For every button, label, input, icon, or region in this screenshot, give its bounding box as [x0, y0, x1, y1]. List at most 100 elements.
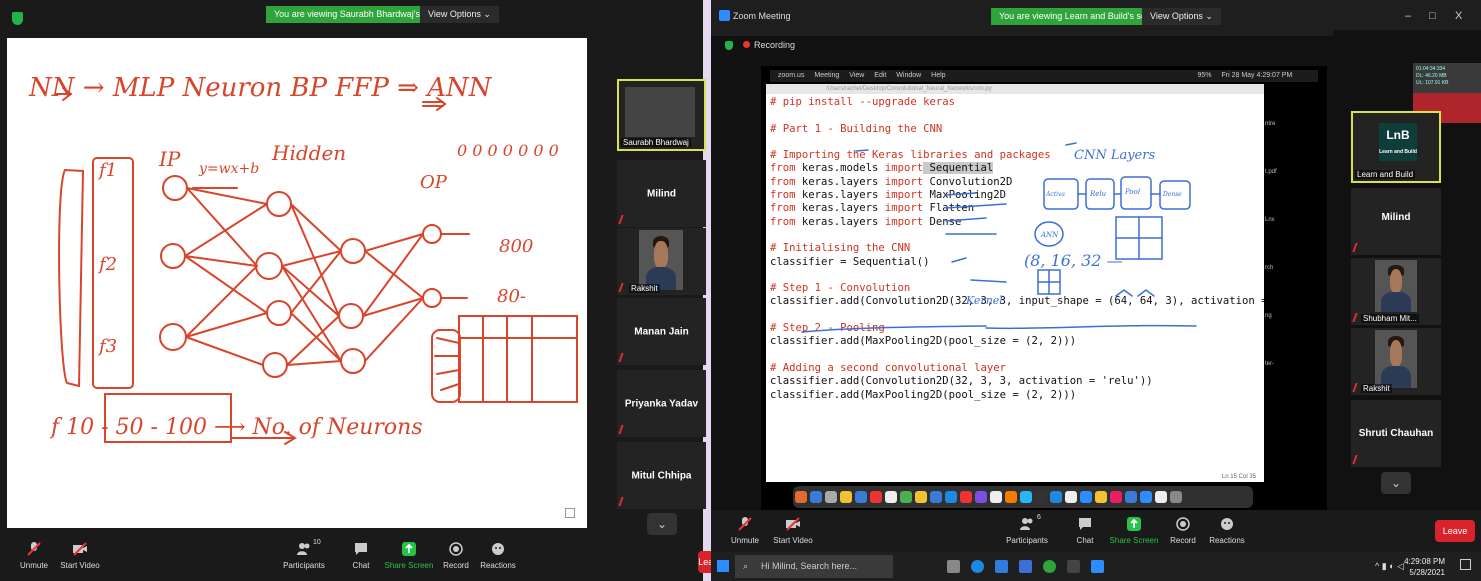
participant-name: Shruti Chauhan — [1358, 428, 1434, 439]
annotation-pool: Pool — [1124, 188, 1140, 196]
whiteboard-drawing: NN → MLP Neuron BP FFP ⇒ ANN IP Hidden O… — [28, 73, 578, 445]
participants-button[interactable]: Participants — [997, 516, 1057, 545]
participant-tile-rakshit[interactable]: Rakshit — [617, 228, 706, 295]
participant-tile-mitul[interactable]: Mitul Chhipa — [617, 442, 706, 509]
participant-tile-manan[interactable]: Manan Jain — [617, 298, 706, 365]
participant-tile-shruti[interactable]: Shruti Chauhan — [1351, 400, 1441, 467]
app-icon[interactable] — [795, 491, 807, 503]
participant-tile-shubham[interactable]: Shubham Mit... — [1351, 258, 1441, 325]
app-icon[interactable] — [975, 491, 987, 503]
participant-tile-learn-and-build[interactable]: LnB Learn and Build Learn and Build — [1351, 111, 1441, 183]
windows-start-icon[interactable] — [717, 560, 729, 572]
app-icon[interactable] — [1065, 491, 1077, 503]
edge-text: ntre — [1265, 121, 1276, 127]
app-icon[interactable] — [1095, 491, 1107, 503]
participant-tile-milind[interactable]: Milind — [617, 160, 706, 227]
screen: You are viewing Saurabh Bhardwaj's scree… — [0, 0, 1481, 581]
left-meeting-toolbar: Unmute Start Video Participants 10 Chat … — [0, 535, 718, 581]
notification-icon[interactable] — [1460, 559, 1471, 570]
edge-text: ng — [1265, 313, 1272, 319]
participant-name: Learn and Build — [1355, 170, 1416, 179]
annotation-kernel: Kernel — [965, 294, 1003, 307]
app-icon[interactable] — [810, 491, 822, 503]
app-icon[interactable] — [1110, 491, 1122, 503]
app-icon[interactable] — [825, 491, 837, 503]
minimize-button[interactable]: – — [1405, 10, 1411, 22]
view-options-button[interactable]: View Options ⌄ — [1142, 8, 1221, 25]
app-icon[interactable] — [900, 491, 912, 503]
participant-name: Priyanka Yadav — [624, 398, 699, 409]
participant-tile-milind[interactable]: Milind — [1351, 188, 1441, 255]
system-tray-icons[interactable]: ^ ▮ ◐ ◁ — [1375, 561, 1404, 572]
video-off-icon — [786, 517, 800, 531]
app-icon[interactable] — [930, 491, 942, 503]
annotation-dense: Dense — [1162, 191, 1182, 198]
svg-text:f3: f3 — [97, 336, 117, 357]
participants-label: Participants — [1006, 536, 1048, 545]
view-options-button[interactable]: View Options ⌄ — [420, 6, 499, 23]
mic-muted-icon — [738, 517, 752, 531]
app-icon[interactable] — [960, 491, 972, 503]
app-icon[interactable] — [840, 491, 852, 503]
record-icon — [449, 542, 463, 556]
terminal-icon[interactable] — [1067, 560, 1080, 573]
record-label: Record — [1170, 536, 1196, 545]
reactions-button[interactable]: Reactions — [468, 541, 528, 570]
store-icon[interactable] — [995, 560, 1008, 573]
app-icon[interactable] — [1170, 491, 1182, 503]
app-icon[interactable] — [1035, 491, 1047, 503]
app-icon[interactable] — [945, 491, 957, 503]
scroll-down-button[interactable]: ⌄ — [647, 513, 677, 535]
app-icon[interactable] — [870, 491, 882, 503]
start-video-button[interactable]: Start Video — [763, 516, 823, 545]
participant-tile-saurabh[interactable]: Saurabh Bhardwaj — [617, 79, 706, 151]
logo-subtext: Learn and Build — [1379, 149, 1417, 155]
close-button[interactable]: X — [1455, 10, 1462, 22]
task-view-icon[interactable] — [947, 560, 960, 573]
menu-window: Window — [896, 72, 922, 79]
app-icon[interactable] — [1080, 491, 1092, 503]
app-icon[interactable] — [1020, 491, 1032, 503]
leave-button[interactable]: Leave — [1435, 520, 1475, 542]
participant-tile-rakshit[interactable]: Rakshit — [1351, 328, 1441, 395]
scroll-down-button[interactable]: ⌄ — [1381, 472, 1411, 494]
muted-icon — [1352, 455, 1362, 464]
menu-zoom: zoom.us — [778, 72, 805, 79]
resize-icon[interactable] — [565, 508, 575, 518]
participant-tile-priyanka[interactable]: Priyanka Yadav — [617, 370, 706, 437]
start-video-button[interactable]: Start Video — [50, 541, 110, 570]
annotation-activa: Activa — [1045, 191, 1065, 198]
right-meeting-toolbar: Unmute Start Video Participants 6 Chat S… — [711, 510, 1481, 552]
whatsapp-icon[interactable] — [1043, 560, 1056, 573]
edge-text: ter- — [1265, 361, 1274, 367]
mail-icon[interactable] — [1019, 560, 1032, 573]
app-icon[interactable] — [1155, 491, 1167, 503]
edge-browser-icon[interactable] — [971, 560, 984, 573]
app-icon[interactable] — [885, 491, 897, 503]
shield-icon — [725, 41, 733, 51]
muted-icon — [1352, 243, 1362, 252]
participants-button[interactable]: Participants — [274, 541, 334, 570]
cursor-position: Ln 15 Col 35 — [1221, 474, 1256, 480]
app-icon[interactable] — [1050, 491, 1062, 503]
zoom-taskbar-icon[interactable] — [1091, 560, 1104, 573]
app-icon[interactable] — [855, 491, 867, 503]
app-icon[interactable] — [1125, 491, 1137, 503]
annotation-layer: CNN Layers Kernel (8, 16, 32 — Activa Re… — [801, 142, 1197, 333]
app-icon[interactable] — [1005, 491, 1017, 503]
taskbar-clock[interactable]: 4:29:08 PM 5/28/2021 — [1404, 556, 1445, 578]
svg-text:Hidden: Hidden — [271, 141, 346, 165]
participant-video — [1375, 330, 1417, 388]
reactions-button[interactable]: Reactions — [1197, 516, 1257, 545]
app-icon[interactable] — [1140, 491, 1152, 503]
net-stat: 01:04:34:334 — [1416, 66, 1446, 72]
shared-screen: zoom.us Meeting View Edit Window Help 95… — [761, 66, 1327, 516]
svg-text:IP: IP — [158, 147, 181, 171]
app-icon[interactable] — [990, 491, 1002, 503]
maximize-button[interactable]: □ — [1429, 10, 1436, 22]
taskbar-search-input[interactable]: ⌕ Hi Milind, Search here... — [735, 555, 893, 578]
reactions-label: Reactions — [480, 561, 516, 570]
chat-label: Chat — [352, 561, 370, 570]
annotation-relu: Relu — [1089, 190, 1107, 198]
app-icon[interactable] — [915, 491, 927, 503]
